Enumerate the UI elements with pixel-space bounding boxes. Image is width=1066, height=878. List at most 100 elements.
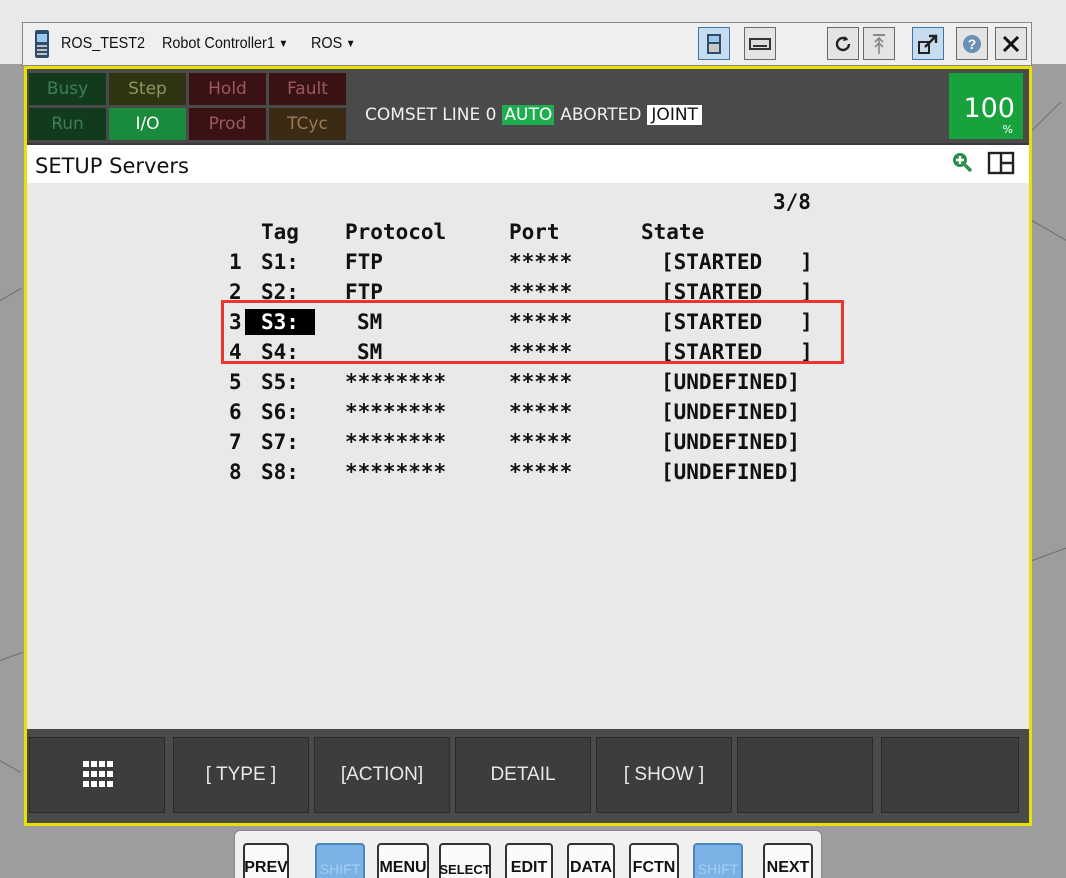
server-list: 3/8 Tag Protocol Port State 1 S1: FTP **… <box>27 183 1029 729</box>
override-value: 100 <box>963 93 1015 124</box>
bg-edge-line <box>1032 546 1066 561</box>
pendant-view-button[interactable] <box>698 27 730 60</box>
row-protocol[interactable]: ******** <box>345 399 446 425</box>
split-screen-icon[interactable] <box>987 151 1015 175</box>
jog-button[interactable] <box>863 27 895 60</box>
override-unit: % <box>1002 123 1013 136</box>
data-key[interactable]: DATA <box>567 843 615 878</box>
bg-edge-line <box>1032 101 1061 131</box>
status-line-text: COMSET LINE 0 <box>365 105 497 125</box>
row-state[interactable]: [UNDEFINED] <box>661 399 800 425</box>
next-key[interactable]: NEXT <box>763 843 813 878</box>
row-protocol[interactable]: ******** <box>345 459 446 485</box>
highlight-box <box>221 300 844 364</box>
row-port[interactable]: ***** <box>509 369 572 395</box>
status-aborted: ABORTED <box>560 105 642 125</box>
refresh-button[interactable] <box>827 27 859 60</box>
led-prod: Prod <box>189 108 266 140</box>
f5-button[interactable] <box>737 737 873 813</box>
page-indicator: 3/8 <box>773 190 811 214</box>
led-step: Step <box>109 73 186 105</box>
status-bar: Busy Step Hold Fault Run I/O Prod TCyc C… <box>27 69 1029 143</box>
row-state[interactable]: [UNDEFINED] <box>661 369 800 395</box>
f6-button[interactable] <box>881 737 1019 813</box>
external-window-icon <box>918 34 938 54</box>
teach-pendant-icon <box>707 33 721 54</box>
teach-pendant-icon <box>31 28 53 60</box>
external-window-button[interactable] <box>912 27 944 60</box>
row-state[interactable]: [UNDEFINED] <box>661 429 800 455</box>
grid-icon <box>83 761 113 789</box>
svg-text:?: ? <box>968 36 977 52</box>
bg-edge-line <box>0 288 22 301</box>
row-port[interactable]: ***** <box>509 429 572 455</box>
status-auto: AUTO <box>502 105 555 125</box>
row-protocol[interactable]: ******** <box>345 429 446 455</box>
row-port[interactable]: ***** <box>509 249 572 275</box>
led-hold: Hold <box>189 73 266 105</box>
shift-key-left[interactable]: SHIFT <box>315 843 365 878</box>
keyboard-icon <box>749 37 771 50</box>
led-io: I/O <box>109 108 186 140</box>
fctn-key[interactable]: FCTN <box>629 843 679 878</box>
pendant-screen: Busy Step Hold Fault Run I/O Prod TCyc C… <box>24 66 1032 826</box>
function-key-bar: [ TYPE ] [ACTION] DETAIL [ SHOW ] <box>27 729 1029 823</box>
hard-key-panel: PREV SHIFT MENU SELECT EDIT DATA FCTN SH… <box>234 830 822 878</box>
chevron-down-icon: ▼ <box>278 38 289 50</box>
f4-show-button[interactable]: [ SHOW ] <box>596 737 732 813</box>
row-number: 7 <box>229 430 242 454</box>
f2-action-button[interactable]: [ACTION] <box>314 737 450 813</box>
edit-key[interactable]: EDIT <box>505 843 553 878</box>
led-run: Run <box>29 108 106 140</box>
row-state[interactable]: [UNDEFINED] <box>661 459 800 485</box>
title-bar: ROS_TEST2 Robot Controller1 ▼ ROS ▼ ? <box>22 22 1032 66</box>
controller-dropdown[interactable]: Robot Controller1 ▼ <box>162 35 288 53</box>
row-tag[interactable]: S8: <box>261 459 299 485</box>
chevron-down-icon: ▼ <box>345 38 356 50</box>
help-icon: ? <box>963 34 981 53</box>
column-header-port: Port <box>509 220 560 244</box>
prev-key[interactable]: PREV <box>243 843 289 878</box>
row-tag[interactable]: S6: <box>261 399 299 425</box>
bg-edge-line <box>0 651 23 661</box>
row-protocol[interactable]: FTP <box>345 249 383 275</box>
screen-header: SETUP Servers <box>27 145 1029 183</box>
row-number: 6 <box>229 400 242 424</box>
page-title: SETUP Servers <box>35 154 189 178</box>
close-button[interactable] <box>995 27 1027 60</box>
f3-detail-button[interactable]: DETAIL <box>455 737 591 813</box>
row-port[interactable]: ***** <box>509 459 572 485</box>
row-port[interactable]: ***** <box>509 399 572 425</box>
row-tag[interactable]: S1: <box>261 249 299 275</box>
f1-type-button[interactable]: [ TYPE ] <box>173 737 309 813</box>
status-joint: JOINT <box>647 105 702 125</box>
title-project: ROS_TEST2 <box>61 35 146 52</box>
led-tcyc: TCyc <box>269 108 346 140</box>
menu-key[interactable]: MENU <box>377 843 429 878</box>
close-icon <box>1002 35 1020 52</box>
status-line: COMSET LINE 0 AUTO ABORTED JOINT <box>365 105 702 125</box>
speed-override[interactable]: 100 % <box>949 73 1023 139</box>
led-busy: Busy <box>29 73 106 105</box>
zoom-in-icon[interactable] <box>951 151 973 173</box>
select-key[interactable]: SELECT <box>439 843 491 878</box>
bg-edge-line <box>1031 220 1066 241</box>
column-header-tag: Tag <box>261 220 299 244</box>
column-header-state: State <box>641 220 705 244</box>
column-header-protocol: Protocol <box>345 220 447 244</box>
row-tag[interactable]: S5: <box>261 369 299 395</box>
jog-icon <box>873 33 885 54</box>
menu-grid-button[interactable] <box>29 737 165 813</box>
ros-dropdown[interactable]: ROS ▼ <box>311 35 356 53</box>
keyboard-button[interactable] <box>744 27 776 60</box>
row-number: 5 <box>229 370 242 394</box>
shift-key-right[interactable]: SHIFT <box>693 843 743 878</box>
row-protocol[interactable]: ******** <box>345 369 446 395</box>
row-number: 8 <box>229 460 242 484</box>
row-number: 1 <box>229 250 242 274</box>
row-tag[interactable]: S7: <box>261 429 299 455</box>
bg-edge-line <box>0 760 21 773</box>
help-button[interactable]: ? <box>956 27 988 60</box>
led-fault: Fault <box>269 73 346 105</box>
row-state[interactable]: [STARTED ] <box>661 249 813 275</box>
